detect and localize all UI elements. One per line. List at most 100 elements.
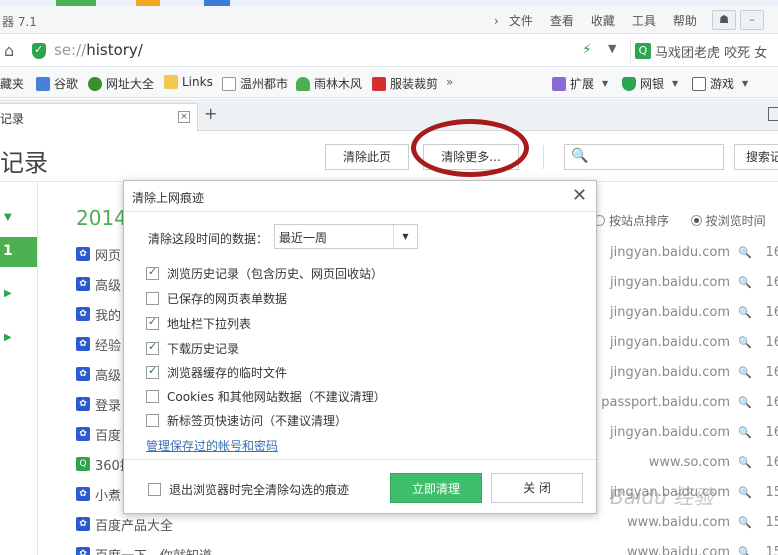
- sort-by-time-label[interactable]: 按浏览时间: [706, 214, 766, 228]
- checkbox-label: Cookies 和其他网站数据（不建议清理）: [167, 390, 386, 404]
- checkbox[interactable]: [146, 292, 159, 305]
- search-box[interactable]: Q 马戏团老虎 咬死 女: [630, 39, 778, 63]
- exit-clear-checkbox[interactable]: 退出浏览器时完全清除勾选的痕迹: [148, 481, 349, 498]
- new-tab-icon[interactable]: +: [204, 104, 217, 123]
- history-time: 16: [765, 425, 778, 440]
- manage-passwords-link[interactable]: 管理保存过的帐号和密码: [146, 437, 278, 454]
- chevron-down-icon[interactable]: ▼: [608, 42, 616, 55]
- expand-arrow-icon[interactable]: ▶: [4, 288, 12, 299]
- close-icon[interactable]: ×: [178, 111, 190, 123]
- search-icon[interactable]: 🔍: [738, 396, 752, 409]
- history-title[interactable]: 我的: [95, 305, 121, 324]
- sidebar-item-active[interactable]: 1: [0, 237, 37, 267]
- search-icon[interactable]: 🔍: [738, 246, 752, 259]
- close-icon[interactable]: ✕: [572, 185, 587, 206]
- search-icon[interactable]: 🔍: [738, 516, 752, 529]
- checkbox[interactable]: [146, 414, 159, 427]
- chevron-down-icon[interactable]: ▼: [393, 225, 417, 248]
- history-domain: jingyan.baidu.com: [610, 425, 730, 440]
- games-button[interactable]: 游戏 ▼: [692, 75, 748, 92]
- bookmark-favorites[interactable]: 藏夹: [0, 75, 24, 92]
- extensions-button[interactable]: 扩展 ▼: [552, 75, 608, 92]
- bookmark-ylmf[interactable]: 雨林木风: [296, 75, 362, 92]
- baidu-paw-icon: ✿: [76, 367, 90, 381]
- search-icon[interactable]: 🔍: [738, 486, 752, 499]
- menu-separator: ›: [494, 13, 499, 28]
- checkbox-label: 退出浏览器时完全清除勾选的痕迹: [169, 483, 350, 497]
- url-input[interactable]: se://history/: [26, 39, 610, 63]
- history-time: 16: [765, 275, 778, 290]
- folder-icon: [164, 75, 178, 89]
- clear-option-checkbox[interactable]: 下载历史记录: [146, 340, 239, 357]
- bookmark-site-nav[interactable]: 网址大全: [88, 75, 154, 92]
- history-title[interactable]: 百度一下，你就知道: [95, 545, 212, 555]
- speed-mode-icon[interactable]: ⚡: [582, 42, 592, 58]
- search-history-button[interactable]: 搜索记: [734, 144, 778, 170]
- bookmark-clothing[interactable]: 服装裁剪: [372, 75, 438, 92]
- checkbox[interactable]: [146, 390, 159, 403]
- bank-button[interactable]: 网银 ▼: [622, 75, 678, 92]
- more-bookmarks-icon[interactable]: »: [446, 75, 453, 89]
- expand-arrow-icon[interactable]: ▼: [4, 212, 12, 223]
- checkbox[interactable]: [146, 315, 159, 330]
- time-range-label: 清除这段时间的数据：: [148, 232, 269, 246]
- window-title: 器 7.1: [2, 15, 37, 29]
- checkbox[interactable]: [148, 483, 161, 496]
- menu-favorites[interactable]: 收藏: [591, 12, 615, 29]
- search-icon[interactable]: 🔍: [738, 276, 752, 289]
- skin-icon[interactable]: ☗: [712, 10, 736, 30]
- search-icon[interactable]: 🔍: [738, 456, 752, 469]
- home-icon[interactable]: ⌂: [4, 41, 14, 60]
- tab-list-icon[interactable]: [768, 107, 778, 121]
- history-title[interactable]: 高级: [95, 275, 121, 294]
- bookmark-google[interactable]: 谷歌: [36, 75, 78, 92]
- history-time: 16: [765, 365, 778, 380]
- menu-tools[interactable]: 工具: [632, 12, 656, 29]
- search-icon[interactable]: 🔍: [738, 546, 752, 555]
- history-row[interactable]: ✿ 百度产品大全 www.baidu.com 🔍 15: [76, 514, 778, 534]
- search-icon[interactable]: 🔍: [738, 306, 752, 319]
- clear-page-button[interactable]: 清除此页: [325, 144, 409, 170]
- history-title[interactable]: 网页: [95, 245, 121, 264]
- history-title[interactable]: 百度产品大全: [95, 515, 173, 534]
- watermark: Baidu 经验: [610, 485, 714, 509]
- menu-help[interactable]: 帮助: [673, 12, 697, 29]
- menu-view[interactable]: 查看: [550, 12, 574, 29]
- checkbox[interactable]: [146, 364, 159, 379]
- clear-option-checkbox[interactable]: 浏览历史记录（包含历史、网页回收站）: [146, 265, 383, 282]
- minimize-icon[interactable]: –: [740, 10, 764, 30]
- search-favicon-icon: Q: [76, 457, 90, 471]
- clear-option-checkbox[interactable]: 已保存的网页表单数据: [146, 290, 287, 307]
- search-icon[interactable]: 🔍: [738, 366, 752, 379]
- checkbox[interactable]: [146, 265, 159, 280]
- history-domain: jingyan.baidu.com: [610, 245, 730, 260]
- page-title: 记录: [0, 149, 48, 177]
- search-icon[interactable]: 🔍: [738, 336, 752, 349]
- checkbox[interactable]: [146, 340, 159, 355]
- clear-option-checkbox[interactable]: Cookies 和其他网站数据（不建议清理）: [146, 388, 386, 405]
- search-icon[interactable]: 🔍: [738, 426, 752, 439]
- bookmark-wenzhou[interactable]: 温州都市: [222, 75, 288, 92]
- history-title[interactable]: 经验: [95, 335, 121, 354]
- time-range-select[interactable]: 最近一周 ▼: [274, 224, 418, 249]
- history-title[interactable]: 高级: [95, 365, 121, 384]
- dialog-close-button[interactable]: 关 闭: [491, 473, 583, 503]
- search-engine-icon[interactable]: Q: [635, 43, 651, 59]
- clear-now-button[interactable]: 立即清理: [390, 473, 482, 503]
- menu-file[interactable]: 文件: [509, 12, 533, 29]
- clear-option-checkbox[interactable]: 地址栏下拉列表: [146, 315, 251, 332]
- time-range-value: 最近一周: [279, 231, 328, 245]
- history-title[interactable]: 小煮: [95, 485, 121, 504]
- bookmark-links[interactable]: Links: [164, 75, 213, 89]
- tab-history[interactable]: 记录 ×: [0, 103, 198, 131]
- history-title[interactable]: 百度: [95, 425, 121, 444]
- sort-by-site-label[interactable]: 按站点排序: [609, 214, 669, 228]
- history-search-input[interactable]: 🔍: [564, 144, 724, 170]
- history-title[interactable]: 登录: [95, 395, 121, 414]
- expand-arrow-icon[interactable]: ▶: [4, 332, 12, 343]
- clear-option-checkbox[interactable]: 浏览器缓存的临时文件: [146, 364, 287, 381]
- baidu-paw-icon: ✿: [76, 517, 90, 531]
- sort-time-radio[interactable]: [690, 215, 702, 226]
- history-row[interactable]: ✿ 百度一下，你就知道 www.baidu.com 🔍 15: [76, 544, 778, 555]
- clear-option-checkbox[interactable]: 新标签页快速访问（不建议清理）: [146, 412, 347, 429]
